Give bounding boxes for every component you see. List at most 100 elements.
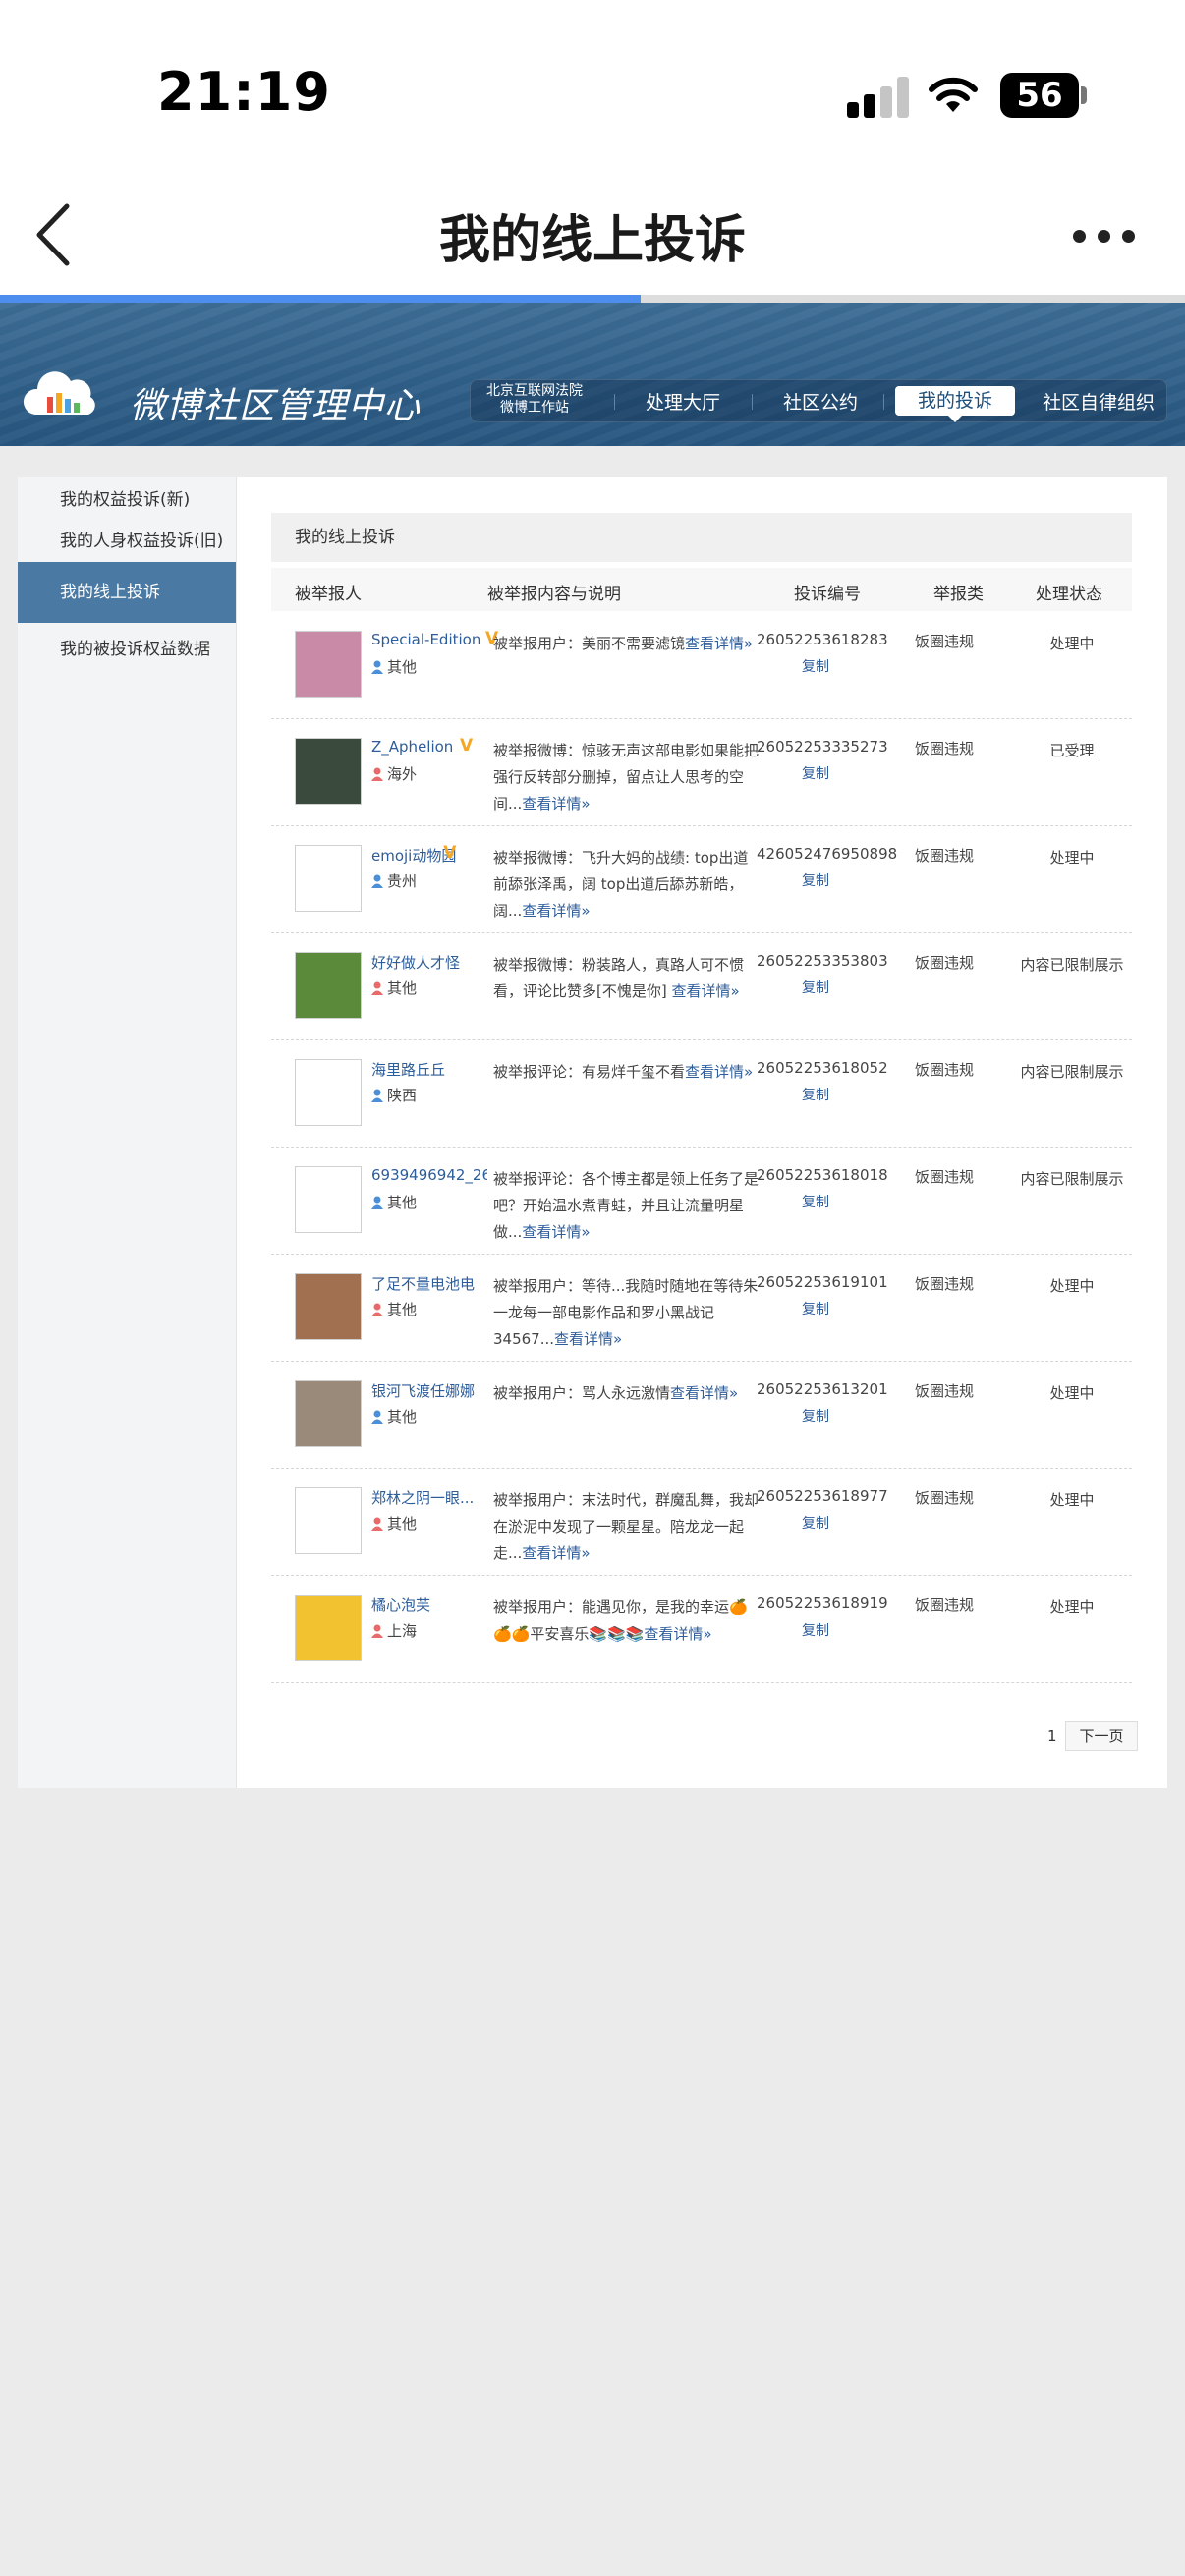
copy-button[interactable]: 复制 (757, 1299, 875, 1318)
gender-icon (371, 1303, 383, 1316)
user-location: 上海 (371, 1620, 417, 1641)
table-header: 被举报人 被举报内容与说明 投诉编号 举报类 处理状态 (271, 568, 1132, 611)
copy-button[interactable]: 复制 (757, 870, 875, 890)
nav-hall[interactable]: 处理大厅 (646, 388, 720, 415)
report-description: 被举报用户：能遇见你，是我的幸运🍊🍊🍊平安喜乐📚📚📚查看详情» (493, 1598, 748, 1643)
report-status: 处理中 (1049, 635, 1095, 652)
col-type: 举报类 (933, 585, 984, 604)
copy-button[interactable]: 复制 (757, 763, 875, 783)
view-details-link[interactable]: 查看详情» (670, 1384, 738, 1402)
user-location: 贵州 (371, 870, 417, 891)
nav-self-discipline[interactable]: 社区自律组织 (1043, 388, 1155, 415)
report-status: 内容已限制展示 (1020, 1170, 1124, 1188)
copy-button[interactable]: 复制 (757, 1513, 875, 1533)
gender-icon (371, 1089, 383, 1102)
reported-user-link[interactable]: 银河飞渡任娜娜 (371, 1380, 487, 1401)
wifi-icon (929, 77, 978, 112)
sidebar-item-rights-old[interactable]: 我的人身权益投诉(旧) (18, 527, 236, 551)
loading-progress (0, 295, 1185, 303)
reported-user-link[interactable]: 6939496942_269 (371, 1166, 487, 1184)
reported-user-link[interactable]: 了足不量电池电 (371, 1273, 487, 1294)
view-details-link[interactable]: 查看详情» (522, 902, 590, 920)
view-details-link[interactable]: 查看详情» (554, 1330, 622, 1348)
court-link[interactable]: 北京互联网法院 微博工作站 (471, 383, 598, 417)
reported-user-link[interactable]: 橘心泡芙 (371, 1595, 487, 1615)
gender-icon (371, 1624, 383, 1638)
status-time: 21:19 (157, 61, 331, 123)
user-location: 海外 (371, 763, 417, 784)
site-header: 微博社区管理中心 北京互联网法院 微博工作站 处理大厅 社区公约 我的投诉 社区… (0, 303, 1185, 446)
case-id: 26052253618052 (757, 1059, 888, 1077)
copy-button[interactable]: 复制 (757, 1085, 875, 1104)
view-details-link[interactable]: 查看详情» (685, 635, 753, 652)
battery-icon: 56 (1000, 73, 1079, 118)
avatar[interactable] (295, 1273, 362, 1340)
avatar[interactable] (295, 1166, 362, 1233)
content-title: 我的线上投诉 (271, 513, 1132, 562)
reported-user-link[interactable]: 好好做人才怪 (371, 952, 487, 973)
report-status: 处理中 (1049, 1598, 1095, 1616)
reported-user-link[interactable]: Special-Edition (371, 631, 487, 648)
report-status: 处理中 (1049, 1491, 1095, 1509)
view-details-link[interactable]: 查看详情» (671, 982, 739, 1000)
reported-user-link[interactable]: 郑林之阴一眼... (371, 1487, 487, 1508)
next-page-button[interactable]: 下一页 (1065, 1721, 1138, 1751)
report-type: 饭圈违规 (914, 740, 974, 757)
reported-user-link[interactable]: 海里路丘丘 (371, 1059, 487, 1080)
view-details-link[interactable]: 查看详情» (522, 795, 590, 812)
view-details-link[interactable]: 查看详情» (522, 1223, 590, 1241)
sidebar-item-complained-data[interactable]: 我的被投诉权益数据 (18, 635, 236, 659)
copy-button[interactable]: 复制 (757, 656, 875, 676)
user-location: 其他 (371, 1192, 417, 1212)
case-id: 26052253353803 (757, 952, 888, 970)
copy-button[interactable]: 复制 (757, 1620, 875, 1640)
more-icon[interactable] (1073, 226, 1142, 246)
copy-button[interactable]: 复制 (757, 1192, 875, 1211)
sidebar-item-online[interactable]: 我的线上投诉 (18, 562, 236, 623)
report-description: 被举报微博：粉装路人，真路人可不惯看，评论比赞多[不愧是你] 查看详情» (493, 956, 745, 1000)
gender-icon (371, 1196, 383, 1209)
table-row: 了足不量电池电 其他 被举报用户：等待...我随时随地在等待朱一龙每一部电影作品和罗… (271, 1254, 1132, 1362)
view-details-link[interactable]: 查看详情» (685, 1063, 753, 1081)
top-nav: 北京互联网法院 微博工作站 处理大厅 社区公约 我的投诉 社区自律组织 (470, 379, 1167, 422)
page-number[interactable]: 1 (1047, 1727, 1057, 1745)
sidebar-item-rights-new[interactable]: 我的权益投诉(新) (18, 485, 236, 510)
avatar[interactable] (295, 845, 362, 912)
site-logo-text: 微博社区管理中心 (130, 386, 422, 426)
table-row: 银河飞渡任娜娜 其他 被举报用户：骂人永远激情查看详情» 26052253613201… (271, 1361, 1132, 1469)
copy-button[interactable]: 复制 (757, 1406, 875, 1426)
cloud-logo-icon (23, 371, 95, 415)
report-type: 饭圈违规 (914, 1275, 974, 1293)
view-details-link[interactable]: 查看详情» (644, 1625, 711, 1643)
reported-user-link[interactable]: emoji动物园 (371, 845, 487, 866)
user-location: 其他 (371, 1299, 417, 1319)
avatar[interactable] (295, 952, 362, 1019)
col-content: 被举报内容与说明 (487, 585, 621, 604)
avatar[interactable] (295, 631, 362, 698)
report-description: 被举报用户：等待...我随时随地在等待朱一龙每一部电影作品和罗小黑战记34567… (493, 1277, 759, 1348)
gender-icon (371, 660, 383, 674)
copy-button[interactable]: 复制 (757, 978, 875, 997)
case-id: 26052253618018 (757, 1166, 888, 1184)
view-details-link[interactable]: 查看详情» (522, 1544, 590, 1562)
avatar[interactable] (295, 1059, 362, 1126)
report-description: 被举报用户：骂人永远激情查看详情» (493, 1384, 739, 1402)
avatar[interactable] (295, 1380, 362, 1447)
nav-convention[interactable]: 社区公约 (783, 388, 858, 415)
report-type: 饭圈违规 (914, 633, 974, 650)
report-description: 被举报用户：末法时代，群魔乱舞，我却在淤泥中发现了一颗星星。陪龙龙一起走...查… (493, 1491, 760, 1562)
report-status: 内容已限制展示 (1020, 1063, 1124, 1081)
report-type: 饭圈违规 (914, 1596, 974, 1614)
avatar[interactable] (295, 1487, 362, 1554)
report-status: 处理中 (1049, 1277, 1095, 1295)
col-case-id: 投诉编号 (794, 585, 861, 604)
avatar[interactable] (295, 1595, 362, 1661)
table-row: 郑林之阴一眼... 其他 被举报用户：末法时代，群魔乱舞，我却在淤泥中发现了一颗星星… (271, 1468, 1132, 1576)
case-id: 26052253613201 (757, 1380, 888, 1398)
report-type: 饭圈违规 (914, 1061, 974, 1079)
verified-icon: V (460, 736, 474, 756)
avatar[interactable] (295, 738, 362, 805)
report-status: 已受理 (1049, 742, 1095, 759)
user-location: 其他 (371, 656, 417, 677)
nav-my-complaints[interactable]: 我的投诉 (895, 386, 1015, 422)
